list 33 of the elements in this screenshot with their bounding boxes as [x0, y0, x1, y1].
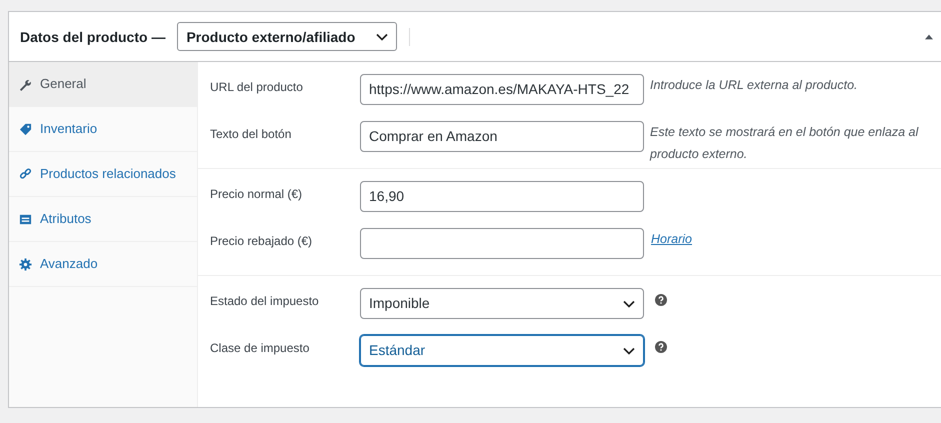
chevron-down-icon — [376, 32, 388, 40]
help-icon[interactable] — [655, 341, 667, 353]
field-label: Clase de impuesto — [210, 340, 310, 357]
input-field[interactable]: Comprar en Amazon — [360, 121, 644, 152]
product-type-select[interactable]: Producto externo/afiliado — [177, 22, 398, 51]
tag-icon — [19, 122, 32, 136]
chevron-down-icon — [623, 346, 635, 354]
select-field[interactable]: Estándar — [360, 335, 644, 366]
link-icon — [19, 168, 32, 180]
input-field[interactable] — [360, 228, 644, 259]
field-label: Texto del botón — [210, 126, 292, 143]
sidebar-tab[interactable]: Avanzado — [9, 242, 197, 287]
field-description: Este texto se mostrará en el botón que enlaza al producto externo. — [650, 124, 920, 163]
select-field[interactable]: Imponible — [360, 288, 644, 319]
sidebar-tab[interactable]: Productos relacionados — [9, 152, 197, 197]
collapse-triangle-icon[interactable] — [925, 34, 933, 40]
panel-title: Datos del producto — — [20, 28, 166, 44]
help-icon[interactable] — [655, 294, 667, 306]
schedule-link[interactable]: Horario — [651, 228, 692, 246]
field-description: Introduce la URL externa al producto. — [650, 77, 859, 94]
chevron-down-icon — [623, 300, 635, 308]
field-label: Precio normal (€) — [210, 186, 304, 203]
input-field[interactable]: https://www.amazon.es/MAKAYA-HTS_22 — [360, 74, 644, 105]
input-field[interactable]: 16,90 — [360, 181, 644, 212]
sidebar-tab[interactable]: Inventario — [9, 107, 197, 152]
wrench-icon — [19, 78, 32, 90]
sidebar-tab[interactable]: Atributos — [9, 197, 197, 242]
field-label: Precio rebajado (€) — [210, 233, 314, 250]
gear-icon — [19, 258, 32, 270]
list-icon — [19, 212, 32, 226]
field-label: Estado del impuesto — [210, 293, 320, 310]
sidebar-tab[interactable]: General — [9, 62, 197, 107]
field-label: URL del producto — [210, 79, 304, 96]
